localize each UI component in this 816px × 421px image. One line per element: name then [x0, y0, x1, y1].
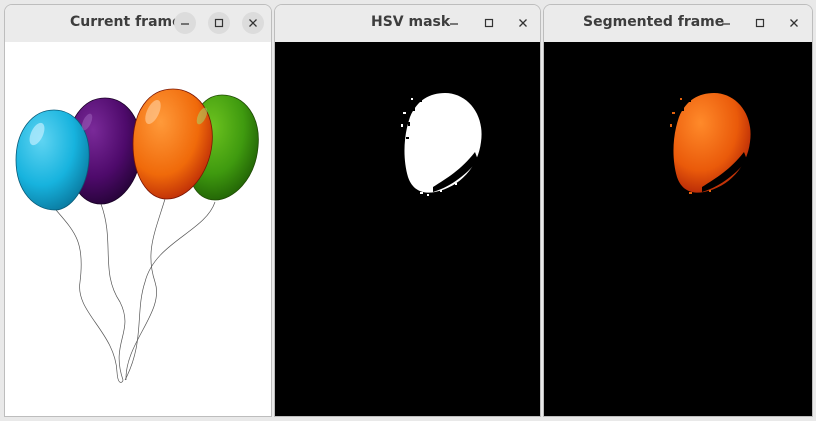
- maximize-button[interactable]: [208, 12, 230, 34]
- close-icon: [519, 19, 527, 27]
- close-button[interactable]: [512, 12, 534, 34]
- titlebar-segmented-frame[interactable]: Segmented frame: [544, 5, 812, 43]
- maximize-icon: [755, 18, 765, 28]
- segmented-frame-image: [544, 42, 812, 416]
- close-icon: [790, 19, 798, 27]
- balloons-image: [15, 88, 259, 383]
- minimize-button[interactable]: [174, 12, 196, 34]
- window-title: Segmented frame: [583, 14, 725, 30]
- minimize-icon: [722, 23, 730, 25]
- window-title: Current frame: [70, 14, 182, 30]
- current-frame-image: [5, 42, 271, 416]
- maximize-button[interactable]: [478, 12, 500, 34]
- hsv-mask-image: [275, 42, 540, 416]
- titlebar-hsv-mask[interactable]: HSV mask: [275, 5, 540, 43]
- window-segmented-frame: Segmented frame: [543, 4, 813, 417]
- minimize-icon: [181, 23, 189, 25]
- titlebar-current-frame[interactable]: Current frame: [5, 5, 271, 43]
- close-button[interactable]: [783, 12, 805, 34]
- mask-image: [401, 93, 482, 196]
- close-button[interactable]: [242, 12, 264, 34]
- minimize-button[interactable]: [715, 12, 737, 34]
- window-hsv-mask: HSV mask: [274, 4, 541, 417]
- minimize-button[interactable]: [443, 12, 465, 34]
- maximize-icon: [484, 18, 494, 28]
- window-current-frame: Current frame: [4, 4, 272, 417]
- close-icon: [249, 19, 257, 27]
- segmented-balloon-image: [670, 93, 751, 194]
- minimize-icon: [450, 23, 458, 25]
- maximize-button[interactable]: [749, 12, 771, 34]
- maximize-icon: [214, 18, 224, 28]
- window-title: HSV mask: [371, 14, 451, 30]
